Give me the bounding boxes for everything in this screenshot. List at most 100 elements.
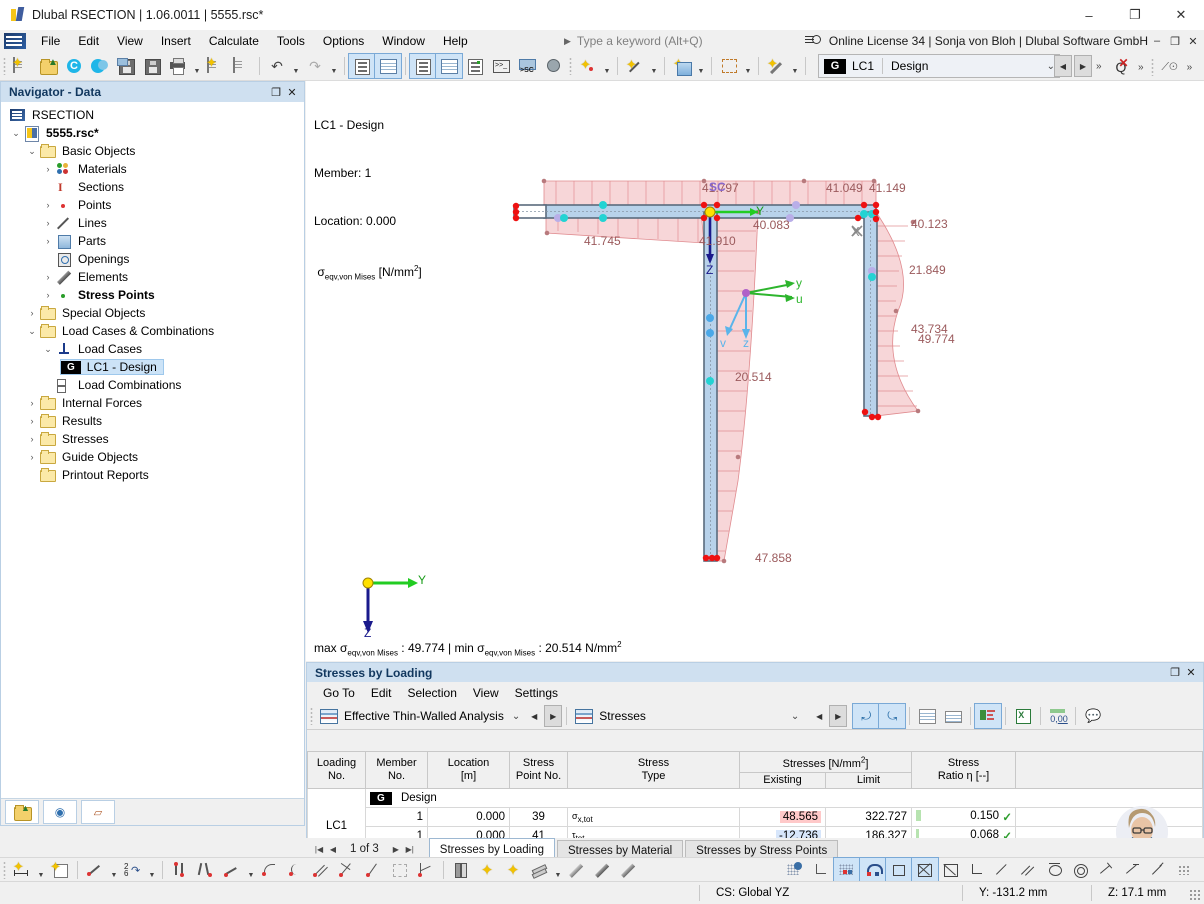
results-menu-view[interactable]: View bbox=[465, 684, 507, 702]
arc-line-icon[interactable] bbox=[257, 858, 283, 882]
open-folder-icon[interactable]: ▲ bbox=[35, 54, 61, 78]
chevron-down-icon[interactable]: ⌄ bbox=[25, 146, 39, 157]
new-point-icon[interactable]: ✦ bbox=[575, 54, 601, 78]
pager-last-button[interactable]: ▶| bbox=[403, 841, 417, 857]
tree-item-printout-reports[interactable]: Printout Reports bbox=[1, 466, 304, 484]
dlubal-center-icon[interactable]: C bbox=[61, 54, 87, 78]
dlubal-cloud-icon[interactable] bbox=[87, 54, 113, 78]
results-menu-goto[interactable]: Go To bbox=[315, 684, 363, 702]
console-icon[interactable]: >>_ bbox=[488, 54, 514, 78]
decimal-places-icon[interactable]: 0,00 bbox=[1045, 704, 1071, 728]
analysis-prev-button[interactable]: ◀ bbox=[526, 706, 542, 726]
menu-file[interactable]: File bbox=[32, 31, 69, 51]
new-element-icon[interactable]: ✦ bbox=[763, 54, 789, 78]
new-line-icon[interactable]: ✦ bbox=[622, 54, 648, 78]
line-snap-icon[interactable] bbox=[990, 858, 1016, 882]
element-a-icon[interactable] bbox=[564, 858, 590, 882]
print-icon[interactable] bbox=[165, 54, 191, 78]
toolbar-grip-2[interactable] bbox=[569, 57, 572, 75]
polygon-icon[interactable] bbox=[387, 858, 413, 882]
list-panel-icon[interactable] bbox=[462, 54, 488, 78]
pager-first-button[interactable]: |◀ bbox=[312, 841, 326, 857]
navigator-restore-button[interactable]: ❐ bbox=[268, 84, 284, 100]
new-point-dropdown-arrow[interactable]: ▼ bbox=[601, 51, 613, 81]
slash-line-icon[interactable] bbox=[361, 858, 387, 882]
new-opening-icon[interactable] bbox=[716, 54, 742, 78]
tree-item-openings[interactable]: Openings bbox=[1, 250, 304, 268]
tree-item-stress-points[interactable]: › Stress Points bbox=[1, 286, 304, 304]
chevron-down-icon[interactable]: ⌄ bbox=[9, 128, 23, 139]
results-prev-button[interactable]: ◀ bbox=[811, 706, 827, 726]
toolbar-overflow-1[interactable]: » bbox=[1134, 62, 1148, 73]
col-stress-type[interactable]: Stress Type bbox=[567, 751, 740, 789]
tree-item-elements[interactable]: › Elements bbox=[1, 268, 304, 286]
table-grid-icon[interactable] bbox=[914, 704, 940, 728]
menu-view[interactable]: View bbox=[108, 31, 152, 51]
perp-snap-icon[interactable] bbox=[1094, 858, 1120, 882]
object-snap-icon[interactable] bbox=[859, 857, 887, 883]
tree-item-points[interactable]: › Points bbox=[1, 196, 304, 214]
tree-item-guide-objects[interactable]: › Guide Objects bbox=[1, 448, 304, 466]
navigator-close-button[interactable]: ✕ bbox=[284, 84, 300, 100]
chevron-right-icon[interactable]: › bbox=[25, 434, 39, 444]
chevron-right-icon[interactable]: › bbox=[25, 452, 39, 462]
col-loading-no[interactable]: Loading No. bbox=[307, 751, 366, 789]
arrow-line-icon[interactable] bbox=[219, 858, 245, 882]
chevron-right-icon[interactable]: › bbox=[41, 218, 55, 228]
grid-settings-icon[interactable] bbox=[782, 858, 808, 882]
tree-item-load-cases-combinations[interactable]: ⌄ Load Cases & Combinations bbox=[1, 322, 304, 340]
bottom-toolbar-grip[interactable] bbox=[3, 861, 6, 879]
table-group-row[interactable]: LC1 G Design bbox=[307, 787, 1203, 841]
rect-grid-icon[interactable] bbox=[938, 858, 964, 882]
extension-snap-icon[interactable] bbox=[1146, 858, 1172, 882]
results-menu-settings[interactable]: Settings bbox=[507, 684, 566, 702]
open-navigator-icon[interactable]: ▲ bbox=[5, 800, 39, 824]
rotate-left-icon[interactable]: ⤾ bbox=[852, 703, 881, 729]
ruler-icon[interactable]: ▱ bbox=[81, 800, 115, 824]
grid-snap-icon[interactable] bbox=[833, 857, 861, 883]
chevron-right-icon[interactable]: › bbox=[41, 272, 55, 282]
tree-item-lc1-design[interactable]: G LC1 - Design bbox=[1, 358, 304, 376]
load-case-overflow-button[interactable]: » bbox=[1092, 61, 1106, 72]
sc-display-icon[interactable]: >SC bbox=[514, 54, 540, 78]
yellow-part-icon[interactable]: ✦ bbox=[474, 858, 500, 882]
col-stress-ratio[interactable]: Stress Ratio η [--] bbox=[911, 751, 1016, 789]
results-close-button[interactable]: ✕ bbox=[1183, 665, 1199, 681]
doc-minimize-button[interactable]: – bbox=[1148, 31, 1166, 51]
chevron-down-icon[interactable]: ⌄ bbox=[25, 326, 39, 337]
node-link-icon[interactable]: ⟋⊙ bbox=[1157, 55, 1183, 79]
column-icon[interactable] bbox=[448, 858, 474, 882]
tree-item-lines[interactable]: › Lines bbox=[1, 214, 304, 232]
chevron-right-icon[interactable]: › bbox=[41, 290, 55, 300]
tree-item-basic-objects[interactable]: ⌄ Basic Objects bbox=[1, 142, 304, 160]
new-note-icon[interactable]: ✦ bbox=[47, 858, 73, 882]
doc-restore-button[interactable]: ❐ bbox=[1166, 31, 1184, 51]
keyword-search[interactable]: ▶ Type a keyword (Alt+Q) bbox=[560, 32, 798, 50]
chevron-right-icon[interactable]: › bbox=[41, 200, 55, 210]
element-b-icon[interactable] bbox=[590, 858, 616, 882]
col-existing[interactable]: Existing bbox=[739, 771, 826, 789]
tree-item-parts[interactable]: › Parts bbox=[1, 232, 304, 250]
col-stress-point-no[interactable]: Stress Point No. bbox=[509, 751, 568, 789]
results-menu-selection[interactable]: Selection bbox=[400, 684, 465, 702]
help-icon[interactable]: 💬 bbox=[1080, 704, 1106, 728]
polyline-icon[interactable] bbox=[193, 858, 219, 882]
menu-help[interactable]: Help bbox=[434, 31, 477, 51]
tree-item-stresses[interactable]: › Stresses bbox=[1, 430, 304, 448]
tree-item-load-combinations[interactable]: Load Combinations bbox=[1, 376, 304, 394]
chevron-right-icon[interactable]: › bbox=[41, 164, 55, 174]
rotate-right-icon[interactable]: ⤿ bbox=[878, 703, 907, 729]
save-as-icon[interactable] bbox=[113, 54, 139, 78]
tree-item-special-objects[interactable]: › Special Objects bbox=[1, 304, 304, 322]
table-view-icon[interactable] bbox=[435, 53, 463, 79]
load-case-prev-button[interactable]: ◀ bbox=[1054, 55, 1072, 77]
menu-calculate[interactable]: Calculate bbox=[200, 31, 268, 51]
maximize-button[interactable]: ❐ bbox=[1112, 0, 1158, 30]
new-report-icon[interactable]: ✦ bbox=[203, 54, 229, 78]
save-icon[interactable] bbox=[139, 54, 165, 78]
new-part-icon[interactable]: ✦ bbox=[669, 54, 695, 78]
cartesian-grid-icon[interactable] bbox=[911, 857, 939, 883]
new-element-dropdown-arrow[interactable]: ▼ bbox=[789, 51, 801, 81]
table-icon[interactable] bbox=[374, 53, 402, 79]
results-restore-button[interactable]: ❐ bbox=[1167, 665, 1183, 681]
